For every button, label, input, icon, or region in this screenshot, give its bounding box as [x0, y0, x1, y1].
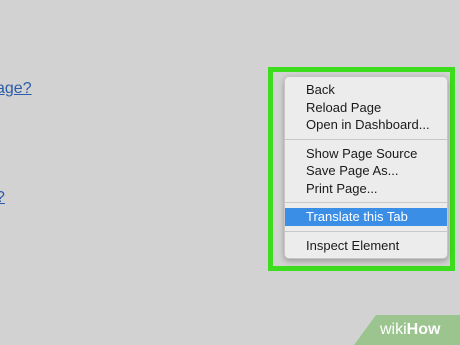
menu-item-print-page[interactable]: Print Page... [285, 180, 447, 198]
context-menu: Back Reload Page Open in Dashboard... Sh… [284, 76, 448, 259]
menu-separator [285, 202, 447, 203]
page-link[interactable]: ? [0, 189, 5, 207]
menu-separator [285, 230, 447, 232]
menu-item-show-page-source[interactable]: Show Page Source [285, 145, 447, 163]
page-link[interactable]: age? [0, 80, 32, 98]
menu-item-save-page-as[interactable]: Save Page As... [285, 162, 447, 180]
menu-item-reload-page[interactable]: Reload Page [285, 99, 447, 117]
menu-item-open-in-dashboard[interactable]: Open in Dashboard... [285, 116, 447, 134]
menu-item-translate-this-tab[interactable]: Translate this Tab [285, 208, 447, 226]
wikihow-watermark: wikiHow [354, 315, 460, 345]
menu-item-inspect-element[interactable]: Inspect Element [285, 237, 447, 255]
menu-separator [285, 138, 447, 140]
watermark-wiki: wiki [380, 321, 407, 338]
watermark-how: How [406, 321, 441, 338]
menu-item-back[interactable]: Back [285, 81, 447, 99]
